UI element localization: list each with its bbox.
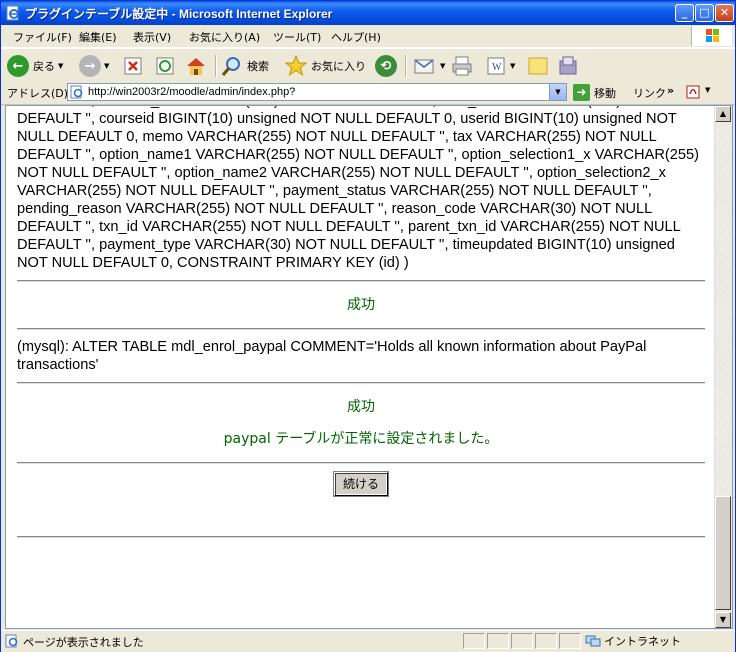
success-message-2: 成功 xyxy=(347,399,375,415)
address-label: アドレス(D) xyxy=(7,87,69,100)
continue-button[interactable]: 続ける xyxy=(332,471,390,497)
scroll-thumb[interactable] xyxy=(715,496,731,610)
back-dropdown-icon[interactable]: ▼ xyxy=(58,62,63,70)
mail-button[interactable]: ▼ xyxy=(413,52,445,80)
history-icon: ⟲ xyxy=(375,55,397,77)
minimize-button[interactable]: _ xyxy=(675,4,694,22)
menu-favorites[interactable]: お気に入り(A) xyxy=(189,29,260,45)
ie-page-icon xyxy=(70,85,83,99)
ie-window: プラグインテーブル設定中 - Microsoft Internet Explor… xyxy=(0,0,736,652)
go-label: 移動 xyxy=(594,86,616,100)
home-button[interactable] xyxy=(185,52,207,80)
address-input[interactable]: http://win2003r2/moodle/admin/index.php?… xyxy=(67,83,567,101)
messenger-button[interactable] xyxy=(557,52,579,80)
divider xyxy=(17,280,705,282)
status-pane xyxy=(487,633,509,649)
go-button[interactable]: ➜ 移動 xyxy=(573,84,616,101)
stop-icon xyxy=(124,57,142,75)
search-button[interactable]: 検索 xyxy=(221,52,269,80)
address-dropdown-icon[interactable]: ▼ xyxy=(549,84,566,100)
favorites-button[interactable]: お気に入り xyxy=(285,52,366,80)
discuss-button[interactable] xyxy=(527,52,549,80)
mail-icon xyxy=(414,59,434,74)
research-icon xyxy=(559,56,577,75)
history-button[interactable]: ⟲ xyxy=(375,52,397,80)
table-setup-message: paypal テーブルが正常に設定されました。 xyxy=(223,431,499,447)
menu-edit[interactable]: 編集(E) xyxy=(79,29,117,45)
zone-label: イントラネット xyxy=(604,635,681,648)
go-arrow-icon: ➜ xyxy=(573,84,590,101)
svg-text:W: W xyxy=(492,62,502,73)
window-title: プラグインテーブル設定中 - Microsoft Internet Explor… xyxy=(25,7,333,21)
print-button[interactable] xyxy=(451,52,473,80)
menu-file[interactable]: ファイル(F) xyxy=(13,29,72,45)
divider xyxy=(17,328,705,330)
menu-bar: ファイル(F) 編集(E) 表示(V) お気に入り(A) ツール(T) ヘルプ(… xyxy=(1,25,735,48)
intranet-zone-icon xyxy=(585,635,601,647)
links-chevron-icon[interactable]: » xyxy=(667,84,674,97)
scroll-up-icon[interactable]: ▲ xyxy=(715,106,731,122)
alter-table-sql-text: (mysql): ALTER TABLE mdl_enrol_paypal CO… xyxy=(17,339,647,373)
forward-dropdown-icon[interactable]: ▼ xyxy=(104,62,109,70)
home-icon xyxy=(187,58,205,75)
status-text: ページが表示されました xyxy=(23,636,144,649)
status-pane xyxy=(511,633,533,649)
refresh-button[interactable] xyxy=(155,52,175,80)
success-message-1: 成功 xyxy=(347,297,375,313)
ie-page-icon xyxy=(6,5,19,21)
maximize-button[interactable]: □ xyxy=(695,4,714,22)
standard-toolbar: ← 戻る ▼ → ▼ 検索 お気に入り ⟲ ▼ W ▼ xyxy=(1,48,735,84)
title-bar[interactable]: プラグインテーブル設定中 - Microsoft Internet Explor… xyxy=(1,1,735,25)
edit-dropdown-icon[interactable]: ▼ xyxy=(510,62,515,70)
search-icon xyxy=(221,57,240,76)
printer-icon xyxy=(452,56,472,76)
security-zone[interactable]: イントラネット xyxy=(585,633,681,649)
status-bar: ページが表示されました イントラネット xyxy=(1,630,735,652)
back-button[interactable]: ← 戻る ▼ xyxy=(7,52,63,80)
menu-help[interactable]: ヘルプ(H) xyxy=(331,29,381,45)
status-pane xyxy=(463,633,485,649)
ie-page-icon xyxy=(5,634,18,648)
status-pane xyxy=(535,633,557,649)
stop-button[interactable] xyxy=(123,52,143,80)
page-viewport[interactable]: DEFAULT '', receiver_id VARCHAR(255) NOT… xyxy=(5,105,733,629)
edit-button[interactable]: W ▼ xyxy=(485,52,515,80)
menu-tools[interactable]: ツール(T) xyxy=(273,29,321,45)
status-pane xyxy=(559,633,581,649)
back-arrow-icon: ← xyxy=(7,55,29,77)
refresh-icon xyxy=(156,57,174,75)
forward-button[interactable]: → ▼ xyxy=(79,52,109,80)
menu-view[interactable]: 表示(V) xyxy=(133,29,171,45)
pdf-addon-dropdown-icon[interactable]: ▼ xyxy=(705,86,710,94)
back-label: 戻る xyxy=(33,60,55,73)
address-bar: アドレス(D) http://win2003r2/moodle/admin/in… xyxy=(1,82,735,105)
divider xyxy=(17,536,705,538)
mail-dropdown-icon[interactable]: ▼ xyxy=(440,62,445,70)
close-button[interactable]: ✕ xyxy=(715,4,734,22)
search-label: 検索 xyxy=(247,60,269,73)
pdf-addon-icon[interactable] xyxy=(685,84,701,100)
word-document-icon: W xyxy=(487,57,505,75)
address-url: http://win2003r2/moodle/admin/index.php? xyxy=(88,86,296,98)
create-table-sql-text: DEFAULT '', receiver_id VARCHAR(255) NOT… xyxy=(17,106,699,271)
divider xyxy=(17,382,705,384)
forward-arrow-icon: → xyxy=(79,55,101,77)
links-label[interactable]: リンク xyxy=(633,85,666,101)
continue-container: 続ける xyxy=(17,471,705,497)
favorites-label: お気に入り xyxy=(311,60,366,73)
windows-logo-icon xyxy=(691,26,732,46)
note-icon xyxy=(528,57,548,75)
vertical-scrollbar[interactable]: ▲ ▼ xyxy=(714,106,732,628)
star-icon xyxy=(285,55,307,77)
scroll-down-icon[interactable]: ▼ xyxy=(715,612,731,628)
divider xyxy=(17,462,705,464)
page-content: DEFAULT '', receiver_id VARCHAR(255) NOT… xyxy=(17,106,705,546)
